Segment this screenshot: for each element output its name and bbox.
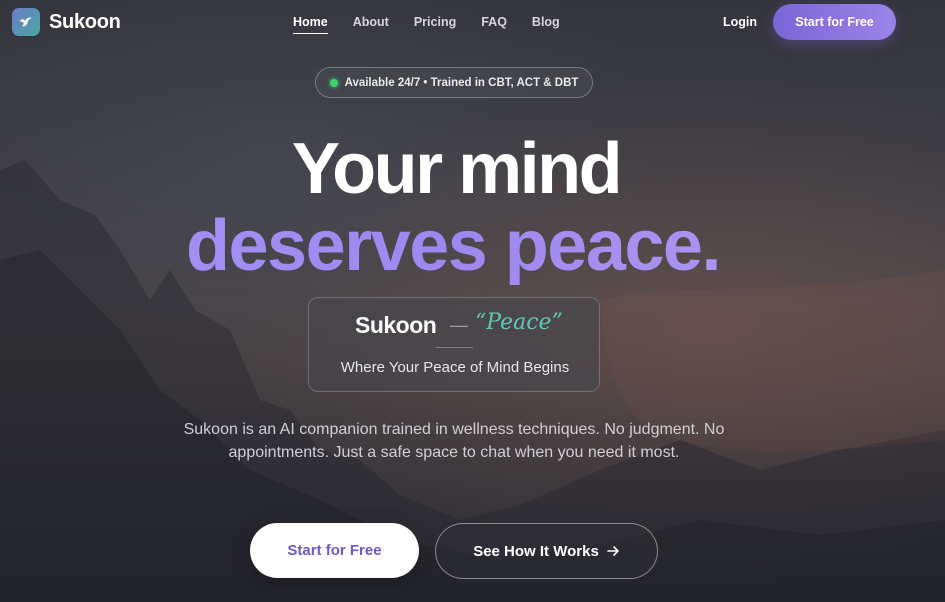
- card-brand: Sukoon: [355, 312, 437, 338]
- arrow-right-icon: [606, 546, 619, 556]
- main-menu: Home About Pricing FAQ Blog: [293, 15, 585, 34]
- start-free-button[interactable]: Start for Free: [250, 523, 419, 578]
- availability-badge: Available 24/7 • Trained in CBT, ACT & D…: [315, 67, 593, 98]
- card-tagline: Where Your Peace of Mind Begins: [340, 359, 570, 376]
- card-meaning: “Peace”: [475, 310, 563, 335]
- top-nav: Sukoon Home About Pricing FAQ Blog Login…: [0, 0, 945, 46]
- status-dot-icon: [329, 78, 338, 87]
- meaning-card: Sukoon — “Peace” Where Your Peace of Min…: [308, 297, 600, 392]
- nav-about[interactable]: About: [353, 15, 389, 29]
- card-dash: —: [450, 315, 468, 335]
- see-how-it-works-button[interactable]: See How It Works: [435, 523, 658, 579]
- login-link[interactable]: Login: [723, 15, 757, 29]
- nav-home[interactable]: Home: [293, 15, 328, 34]
- hero-title-line2: deserves peace.: [0, 203, 906, 289]
- availability-text: Available 24/7 • Trained in CBT, ACT & D…: [344, 76, 579, 89]
- nav-blog[interactable]: Blog: [532, 15, 560, 29]
- brand-logo[interactable]: Sukoon: [12, 8, 121, 36]
- card-divider: [436, 347, 473, 348]
- bird-icon: [12, 8, 40, 36]
- hero-description: Sukoon is an AI companion trained in wel…: [183, 421, 725, 461]
- nav-faq[interactable]: FAQ: [481, 15, 507, 29]
- nav-start-free-button[interactable]: Start for Free: [773, 4, 896, 40]
- nav-pricing[interactable]: Pricing: [414, 15, 456, 29]
- brand-name: Sukoon: [49, 10, 121, 33]
- see-how-it-works-label: See How It Works: [473, 542, 599, 560]
- hero-title-line1: Your mind: [291, 129, 623, 209]
